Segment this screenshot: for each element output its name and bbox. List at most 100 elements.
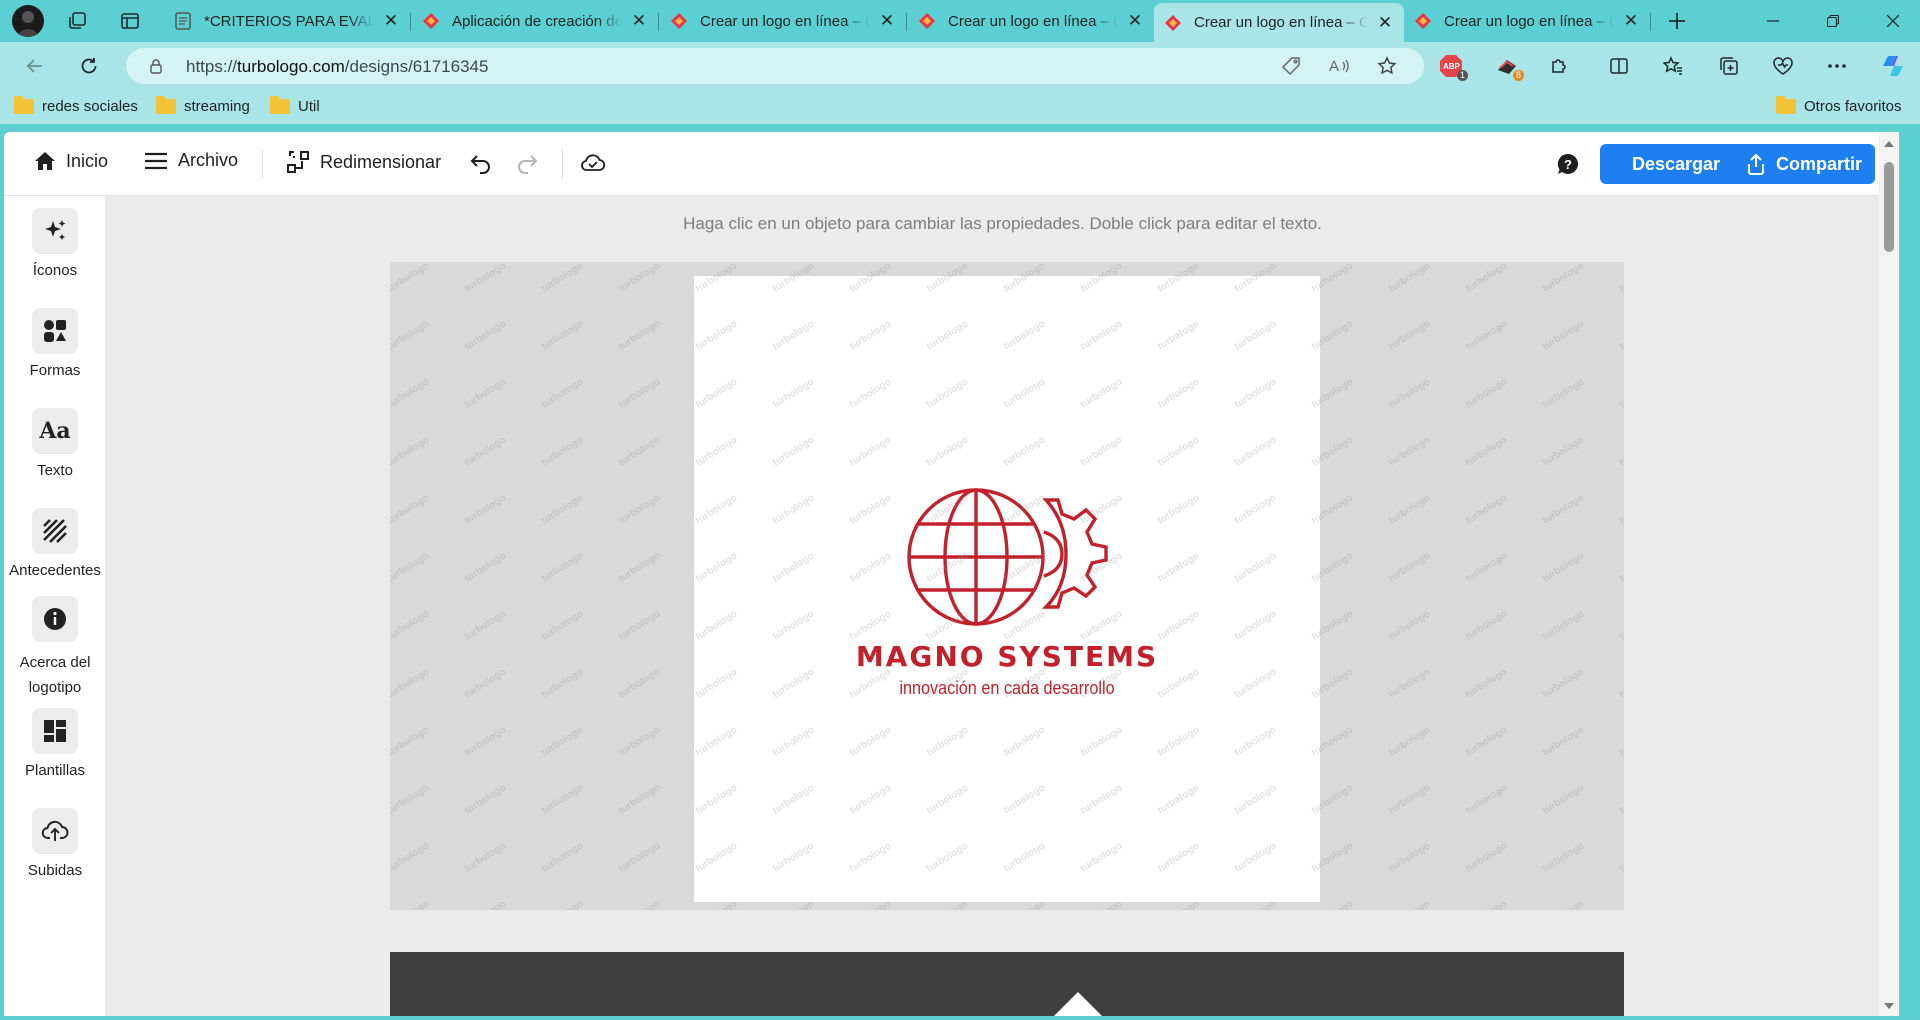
bookmark-folder[interactable]: streaming: [156, 96, 250, 115]
tab-title: Crear un logo en línea – Gratis: [700, 12, 870, 30]
read-aloud-icon[interactable]: A: [1324, 51, 1354, 81]
sidebar-item-text[interactable]: Aa Texto: [4, 408, 106, 479]
restore-icon[interactable]: [1810, 6, 1856, 36]
page-scrollbar[interactable]: [1879, 132, 1899, 1016]
watermark-text: turbologo: [463, 318, 508, 352]
profile-avatar[interactable]: [12, 5, 44, 37]
bookmark-label: streaming: [184, 98, 250, 115]
favorites-icon[interactable]: [1658, 51, 1688, 81]
logo-name[interactable]: MAGNO SYSTEMS: [694, 640, 1320, 673]
undo-button[interactable]: [470, 152, 502, 174]
bookmarks-bar: redes sociales streaming Util Otros favo…: [0, 90, 1920, 124]
close-icon[interactable]: ✕: [878, 11, 896, 30]
close-window-icon[interactable]: [1870, 6, 1916, 36]
other-favorites-folder[interactable]: Otros favoritos: [1776, 96, 1902, 115]
lock-icon[interactable]: [148, 58, 164, 74]
url-text[interactable]: https://turbologo.com/designs/61716345: [186, 57, 488, 77]
close-icon[interactable]: ✕: [382, 11, 400, 30]
adblock-icon[interactable]: ABP 1: [1436, 51, 1468, 81]
tab-divider: [1650, 13, 1651, 31]
watermark-text: turbologo: [1618, 550, 1624, 584]
address-bar[interactable]: https://turbologo.com/designs/61716345 A: [126, 48, 1424, 84]
sidebar-label: Texto: [37, 462, 73, 479]
sidebar-label: Formas: [29, 362, 81, 379]
watermark-text: turbologo: [540, 492, 585, 526]
watermark-text: turbologo: [1387, 724, 1432, 758]
watermark-text: turbologo: [617, 840, 662, 874]
extensions-puzzle-icon[interactable]: [1544, 51, 1574, 81]
watermark-text: turbologo: [1541, 782, 1586, 816]
close-icon[interactable]: ✕: [1126, 11, 1144, 30]
help-button[interactable]: ?: [1556, 152, 1590, 176]
tab-divider: [410, 13, 411, 31]
watermark-text: turbologo: [540, 550, 585, 584]
undo-icon: [470, 155, 490, 174]
sidebar-item-backgrounds[interactable]: Antecedentes: [4, 508, 106, 579]
extension-icon[interactable]: 8: [1492, 51, 1524, 81]
share-button[interactable]: Compartir: [1733, 144, 1875, 184]
logo-graphic[interactable]: [694, 276, 1320, 902]
logo-artboard[interactable]: MAGNO SYSTEMS innovación en cada desarro…: [694, 276, 1320, 902]
price-tag-icon[interactable]: [1276, 51, 1306, 81]
refresh-icon[interactable]: [74, 51, 104, 81]
scroll-down-icon[interactable]: [1884, 1002, 1894, 1010]
copilot-icon[interactable]: [1878, 51, 1908, 81]
watermark-text: turbologo: [390, 724, 431, 758]
close-icon[interactable]: ✕: [1622, 11, 1640, 30]
redo-button[interactable]: [516, 152, 548, 174]
watermark-text: turbologo: [617, 724, 662, 758]
watermark-text: turbologo: [617, 262, 662, 295]
tab-5-active[interactable]: Crear un logo en línea – Gratis ✕: [1154, 3, 1404, 42]
turbologo-icon: [1415, 13, 1431, 29]
bookmark-folder[interactable]: redes sociales: [14, 96, 138, 115]
back-icon[interactable]: [20, 51, 50, 81]
tab-2[interactable]: Aplicación de creación de logos ✕: [412, 4, 658, 38]
tab-6[interactable]: Crear un logo en línea – Gratis ✕: [1404, 4, 1650, 38]
watermark-text: turbologo: [1387, 262, 1432, 295]
home-button[interactable]: Inicio: [34, 150, 108, 172]
file-menu-button[interactable]: Archivo: [144, 150, 238, 171]
bookmark-folder[interactable]: Util: [270, 96, 320, 115]
favorite-star-icon[interactable]: [1372, 51, 1402, 81]
watermark-text: turbologo: [1387, 376, 1432, 410]
bookmark-label: redes sociales: [42, 98, 138, 115]
workspaces-icon[interactable]: [62, 6, 92, 36]
scrollbar-thumb[interactable]: [1884, 162, 1894, 252]
download-button[interactable]: Descargar: [1600, 144, 1752, 184]
split-screen-icon[interactable]: [1604, 51, 1634, 81]
minimize-icon[interactable]: [1750, 6, 1796, 36]
browser-essentials-icon[interactable]: [1768, 51, 1798, 81]
close-icon[interactable]: ✕: [1376, 13, 1394, 32]
tab-actions-icon[interactable]: [115, 6, 145, 36]
sidebar-item-uploads[interactable]: Subidas: [4, 808, 106, 879]
scroll-up-icon[interactable]: [1884, 140, 1894, 148]
menu-icon: [145, 152, 167, 169]
logo-slogan[interactable]: innovación en cada desarrollo: [725, 678, 1288, 699]
watermark-text: turbologo: [390, 492, 431, 526]
sidebar-item-about-logo[interactable]: Acerca del logotipo: [4, 596, 106, 700]
tab-3[interactable]: Crear un logo en línea – Gratis ✕: [660, 4, 906, 38]
collections-icon[interactable]: [1714, 51, 1744, 81]
tab-divider: [906, 13, 907, 31]
sidebar-item-templates[interactable]: Plantillas: [4, 708, 106, 779]
watermark-text: turbologo: [1541, 840, 1586, 874]
sidebar-item-icons[interactable]: Íconos: [4, 208, 106, 279]
sidebar-item-shapes[interactable]: Formas: [4, 308, 106, 379]
bookmark-label: Util: [298, 98, 320, 115]
watermark-text: turbologo: [1541, 898, 1586, 910]
folder-icon: [270, 96, 290, 114]
watermark-text: turbologo: [1464, 318, 1509, 352]
watermark-text: turbologo: [540, 724, 585, 758]
cloud-save-button[interactable]: [580, 152, 616, 174]
watermark-text: turbologo: [1464, 608, 1509, 642]
tab-1[interactable]: *CRITERIOS PARA EVALUAR ✕: [164, 4, 410, 38]
tab-divider: [658, 13, 659, 31]
close-icon[interactable]: ✕: [630, 11, 648, 30]
watermark-text: turbologo: [1387, 550, 1432, 584]
resize-button[interactable]: Redimensionar: [286, 150, 441, 174]
new-tab-icon[interactable]: [1662, 6, 1692, 36]
tab-4[interactable]: Crear un logo en línea – Gratis ✕: [908, 4, 1154, 38]
watermark-text: turbologo: [1618, 608, 1624, 642]
more-options-icon[interactable]: [1822, 51, 1852, 81]
tab-title: Aplicación de creación de logos: [452, 12, 622, 30]
